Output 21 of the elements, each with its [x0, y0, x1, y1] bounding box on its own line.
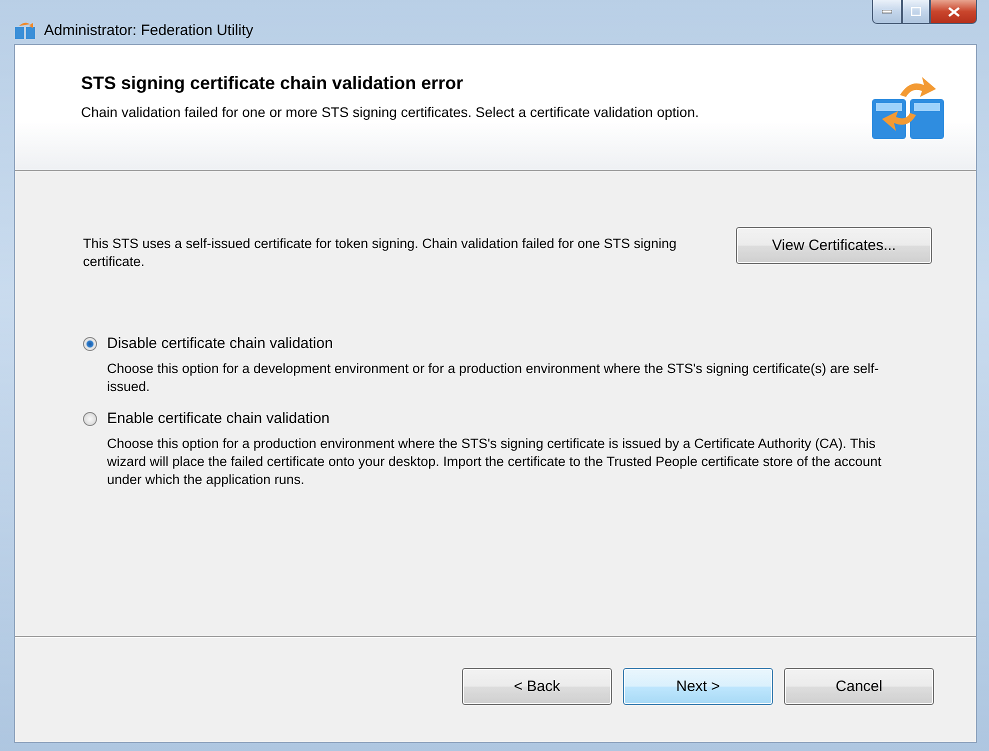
wizard-button[interactable]: Next > — [623, 668, 773, 705]
radio-button[interactable] — [83, 412, 97, 426]
radio-button[interactable] — [83, 336, 97, 350]
info-text: This STS uses a self-issued certificate for token signing. Chain validation failed for one STS signing certificate. — [83, 235, 678, 271]
option-label[interactable]: Disable certificate chain validation — [107, 335, 333, 352]
view-certificates-button[interactable]: View Certificates... — [736, 227, 932, 264]
close-button[interactable] — [930, 0, 977, 24]
wizard-button[interactable]: < Back — [462, 668, 612, 705]
minimize-button[interactable] — [872, 0, 902, 24]
page-subtitle: Chain validation failed for one or more STS signing certificates. Select a certificate validation option. — [81, 104, 699, 120]
option-description: Choose this option for a development environment or for a production environment where the STS's signing certificate(s) are self-issued. — [107, 360, 880, 396]
app-icon — [14, 20, 36, 40]
maximize-icon — [911, 7, 921, 16]
page-title: STS signing certificate chain validation error — [81, 73, 464, 94]
option-label[interactable]: Enable certificate chain validation — [107, 410, 330, 427]
close-icon — [948, 6, 960, 16]
minimize-icon — [882, 10, 892, 14]
maximize-button[interactable] — [902, 0, 930, 24]
option-description: Choose this option for a production environment where the STS's signing certificate is issued by a Certificate Authority (CA). This wizard will place the failed certificate onto your desktop. Import the certificate to the Trusted People certificate store of the account under which the application runs. — [107, 435, 882, 489]
wizard-button[interactable]: Cancel — [784, 668, 934, 705]
window-title: Administrator: Federation Utility — [44, 22, 254, 38]
